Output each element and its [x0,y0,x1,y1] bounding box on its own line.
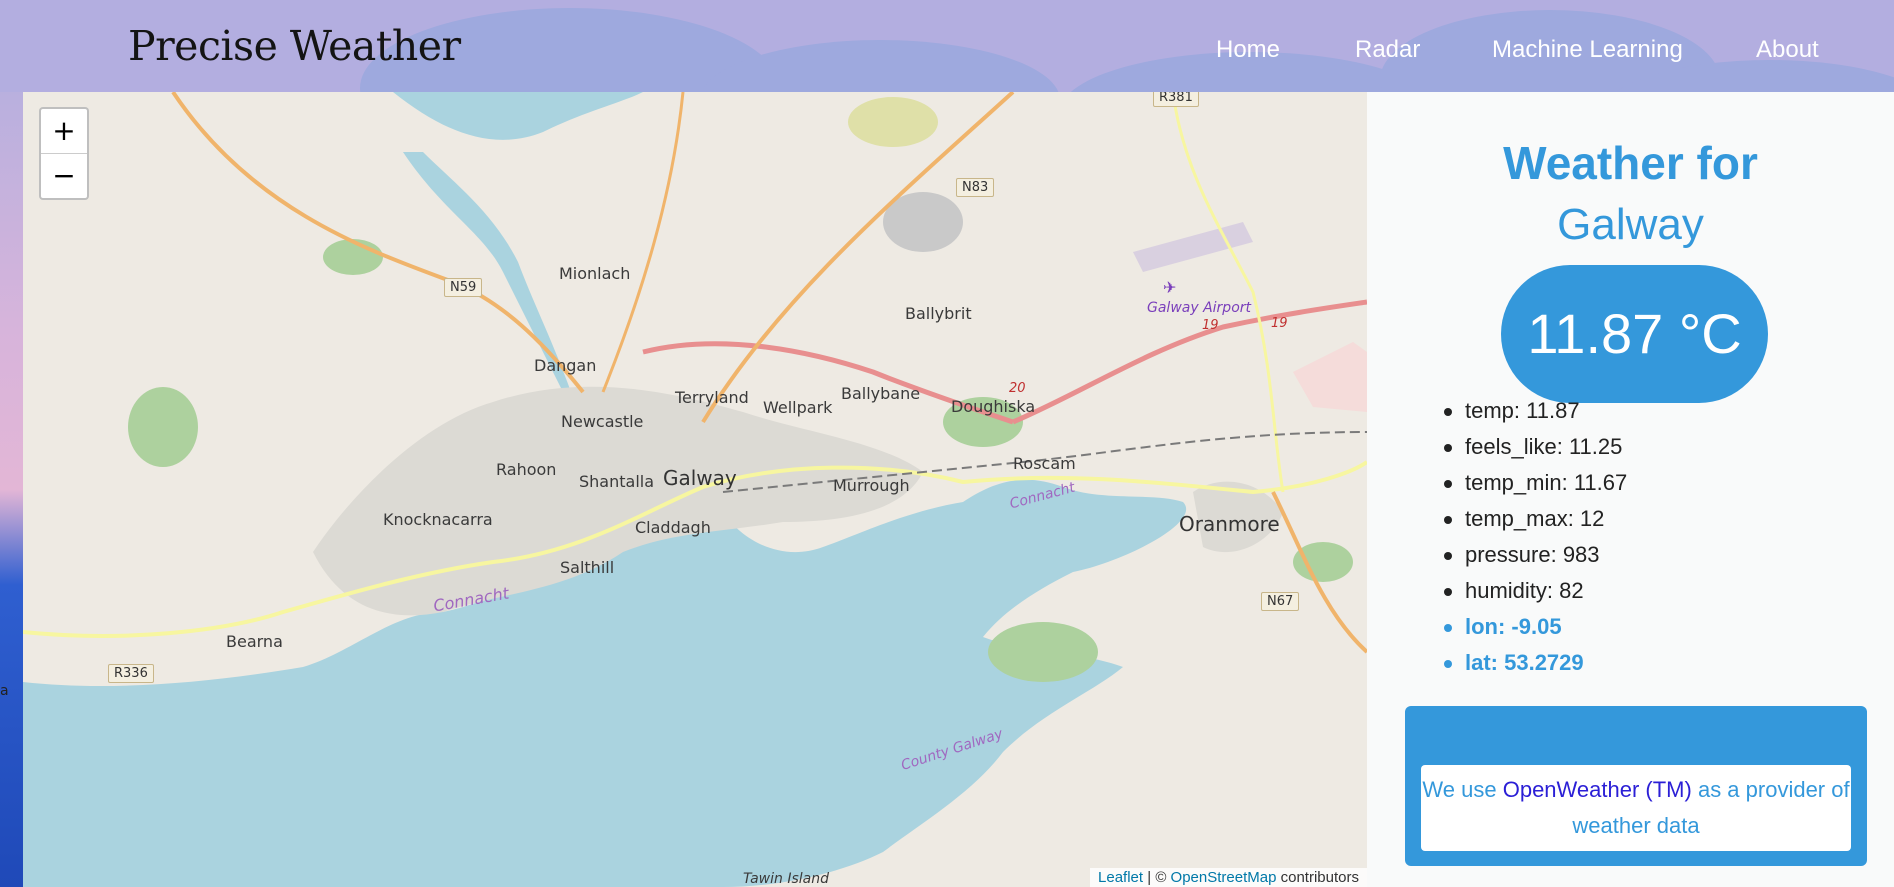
park [1293,542,1353,582]
weather-panel: Weather for Galway 11.87 °C temp: 11.87 … [1367,92,1894,887]
openweather-link[interactable]: OpenWeather (TM) [1503,777,1692,802]
brand-logo[interactable]: Precise Weather [128,22,461,70]
road-shield: N59 [444,278,483,297]
place-label: Salthill [560,558,615,577]
stat-lon: lon: -9.05 [1443,609,1627,645]
park [988,622,1098,682]
attribution-contributors: contributors [1280,869,1359,886]
stat-temp-max: temp_max: 12 [1443,501,1627,537]
airport-runway [1133,222,1253,272]
place-label: Wellpark [763,398,833,417]
place-label: Rahoon [496,460,557,479]
zoom-in-button[interactable]: + [41,109,87,153]
panel-title: Weather for [1503,137,1758,189]
industrial-area [1293,342,1367,412]
road-n83 [701,92,1015,424]
place-label: Tawin Island [743,871,829,887]
left-decor: a [0,92,23,887]
site-header: Precise Weather Home Radar Machine Learn… [0,0,1894,92]
city-label-galway: Galway [663,466,737,490]
map-view[interactable]: Mionlach Ballybrit Dangan Terryland Well… [23,92,1367,887]
city-name: Galway [1557,200,1704,249]
stat-feels-like: feels_like: 11.25 [1443,429,1627,465]
nav-about[interactable]: About [1756,36,1819,64]
place-label: Knocknacarra [383,510,493,529]
road-shield: R381 [1153,92,1199,107]
stat-temp: temp: 11.87 [1443,393,1627,429]
road [1171,92,1285,493]
zoom-control: + − [39,107,89,200]
park [128,387,198,467]
provider-prefix: We use [1422,777,1497,802]
park [323,239,383,275]
place-label: Bearna [226,632,283,651]
road-shield: R336 [108,664,154,683]
place-label: Doughiska [951,397,1036,416]
lough-corrib [393,92,643,140]
provider-text: We use OpenWeather (TM) as a provider of… [1421,765,1851,851]
attribution-separator: | © [1147,869,1167,886]
place-label: Newcastle [561,412,644,431]
airport-label: Galway Airport [1147,300,1252,316]
temperature-badge: 11.87 °C [1501,265,1768,403]
junction-label: 20 [1009,381,1026,396]
provider-card: We use OpenWeather (TM) as a provider of… [1405,706,1867,866]
airport-icon: ✈ [1163,278,1177,297]
stat-humidity: humidity: 82 [1443,573,1627,609]
place-label: Claddagh [635,518,711,537]
leaflet-link[interactable]: Leaflet [1098,869,1143,886]
field [848,97,938,147]
place-label: Ballybrit [905,304,972,323]
place-label: Terryland [675,388,749,407]
nav-home[interactable]: Home [1216,36,1280,64]
stat-lat: lat: 53.2729 [1443,645,1627,681]
nav-machine-learning[interactable]: Machine Learning [1492,36,1683,64]
road-shield: N67 [1261,592,1300,611]
stat-pressure: pressure: 983 [1443,537,1627,573]
weather-stats-list: temp: 11.87 feels_like: 11.25 temp_min: … [1443,393,1627,681]
osm-link[interactable]: OpenStreetMap [1171,869,1277,886]
map-edge-text: a [0,683,9,699]
road-shield: N83 [956,178,995,197]
header-wave [700,40,1060,92]
junction-label: 19 [1202,318,1219,333]
place-label: Murrough [833,476,910,495]
place-label: Ballybane [841,384,921,403]
place-label: Mionlach [559,264,631,283]
zoom-out-button[interactable]: − [41,153,87,198]
place-label: Shantalla [579,472,655,491]
place-label: Oranmore [1179,512,1280,536]
junction-label: 19 [1271,316,1288,331]
nav-radar[interactable]: Radar [1355,36,1420,64]
place-label: Roscam [1013,454,1076,473]
place-label: Dangan [534,356,597,375]
map-attribution: Leaflet | © OpenStreetMap contributors [1090,868,1367,887]
stat-temp-min: temp_min: 11.67 [1443,465,1627,501]
